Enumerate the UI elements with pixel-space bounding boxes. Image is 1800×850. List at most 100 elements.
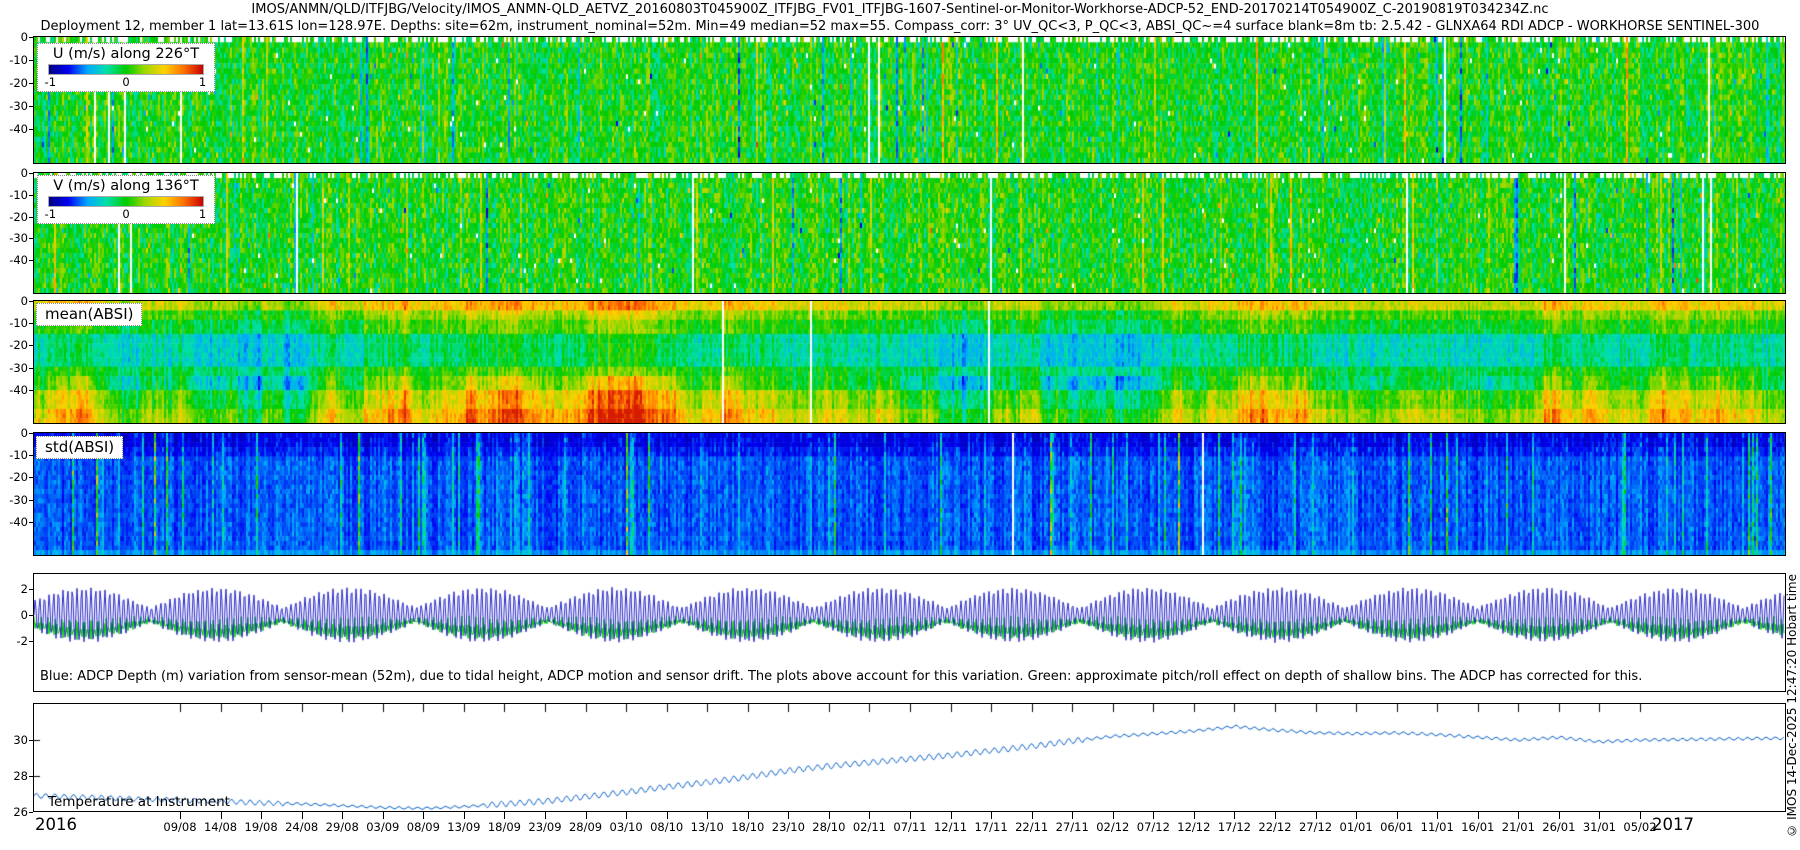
y-axis-tick-label: -30 (2, 361, 28, 375)
v-colorbar-ticks: -1 0 1 (48, 207, 204, 221)
y-axis-tick-mark (29, 390, 33, 391)
y-axis-tick-mark (29, 195, 33, 196)
panel-mean-absi: mean(ABSI) (33, 300, 1786, 424)
panel-temperature (33, 703, 1786, 812)
x-axis-tick-mark (180, 812, 181, 819)
x-axis-tick-label: 05/02 (1623, 820, 1656, 834)
u-legend: U (m/s) along 226°T -1 0 1 (37, 43, 215, 92)
x-axis-tick-label: 03/09 (366, 820, 399, 834)
v-legend-title: V (m/s) along 136°T (38, 177, 214, 196)
x-axis-tick-mark (991, 812, 992, 819)
x-axis-tick-mark (302, 812, 303, 819)
x-axis-tick-mark (1437, 812, 1438, 819)
y-axis-tick-mark (29, 776, 33, 777)
x-axis-tick-mark (667, 812, 668, 819)
mean-absi-label: mean(ABSI) (36, 303, 142, 326)
v-colorbar (48, 196, 204, 207)
y-axis-tick-label: -10 (2, 316, 28, 330)
x-axis-tick-label: 27/12 (1299, 820, 1332, 834)
x-axis-tick-mark (342, 812, 343, 819)
panel-std-absi: std(ABSI) (33, 432, 1786, 556)
x-axis-tick-label: 23/09 (528, 820, 561, 834)
y-axis-tick-label: -20 (2, 210, 28, 224)
mean-absi-heatmap (34, 301, 1785, 423)
x-axis-tick-label: 02/12 (1096, 820, 1129, 834)
y-axis-tick-label: -40 (2, 253, 28, 267)
x-axis-tick-mark (1559, 812, 1560, 819)
x-axis-tick-mark (1153, 812, 1154, 819)
y-axis-tick-label: 0 (2, 30, 28, 44)
x-axis-tick-label: 27/11 (1056, 820, 1089, 834)
x-axis-tick-mark (464, 812, 465, 819)
y-axis-tick-mark (29, 615, 33, 616)
y-axis-tick-label: -30 (2, 493, 28, 507)
x-axis-tick-mark (545, 812, 546, 819)
imos-watermark: © IMOS 14-Dec-2025 12:47:20 Hobart time (1785, 574, 1799, 838)
y-axis-tick-label: -10 (2, 448, 28, 462)
std-absi-label: std(ABSI) (36, 436, 123, 459)
x-axis-tick-mark (1599, 812, 1600, 819)
y-axis-tick-mark (29, 37, 33, 38)
y-axis-tick-mark (29, 477, 33, 478)
x-axis-tick-label: 01/01 (1340, 820, 1373, 834)
y-axis-tick-mark (29, 323, 33, 324)
colorbar-tick-label: 1 (199, 75, 206, 89)
y-axis-tick-label: -40 (2, 383, 28, 397)
x-axis-tick-mark (626, 812, 627, 819)
y-axis-tick-mark (29, 238, 33, 239)
x-axis-tick-label: 13/10 (691, 820, 724, 834)
y-axis-tick-mark (29, 173, 33, 174)
y-axis-tick-mark (29, 129, 33, 130)
y-axis-tick-mark (29, 500, 33, 501)
x-axis-year-end: 2017 (1652, 815, 1694, 834)
x-axis-year-start: 2016 (35, 815, 77, 834)
x-axis-tick-label: 11/01 (1421, 820, 1454, 834)
temperature-label: Temperature at Instrument (48, 794, 230, 810)
x-axis-tick-label: 09/08 (163, 820, 196, 834)
x-axis-tick-label: 21/01 (1502, 820, 1535, 834)
y-axis-tick-label: -40 (2, 122, 28, 136)
x-axis-tick-label: 12/12 (1177, 820, 1210, 834)
y-axis-tick-label: 28 (2, 769, 28, 783)
x-axis-tick-mark (1194, 812, 1195, 819)
x-axis-tick-mark (423, 812, 424, 819)
x-axis-tick-label: 08/09 (407, 820, 440, 834)
y-axis-tick-label: -30 (2, 99, 28, 113)
colorbar-tick-label: 0 (122, 75, 129, 89)
x-axis-tick-label: 13/09 (447, 820, 480, 834)
x-axis-tick-mark (829, 812, 830, 819)
u-colorbar (48, 64, 204, 75)
x-axis-tick-label: 06/01 (1380, 820, 1413, 834)
x-axis-tick-mark (1113, 812, 1114, 819)
x-axis-tick-label: 02/11 (853, 820, 886, 834)
y-axis-tick-mark (29, 83, 33, 84)
y-axis-tick-mark (29, 812, 33, 813)
x-axis-tick-label: 22/11 (1015, 820, 1048, 834)
colorbar-tick-label: 1 (199, 207, 206, 221)
x-axis-tick-mark (1072, 812, 1073, 819)
x-axis-tick-label: 14/08 (204, 820, 237, 834)
y-axis-tick-mark (29, 217, 33, 218)
plot-title: IMOS/ANMN/QLD/ITFJBG/Velocity/IMOS_ANMN-… (0, 2, 1800, 17)
x-axis-tick-mark (221, 812, 222, 819)
x-axis-tick-label: 28/10 (812, 820, 845, 834)
x-axis-tick-label: 07/12 (1137, 820, 1170, 834)
x-axis-tick-mark (788, 812, 789, 819)
x-axis-tick-label: 08/10 (650, 820, 683, 834)
x-axis-tick-label: 16/01 (1461, 820, 1494, 834)
x-axis-tick-label: 29/08 (326, 820, 359, 834)
x-axis-tick-mark (261, 812, 262, 819)
y-axis-tick-mark (29, 455, 33, 456)
y-axis-tick-label: 0 (2, 426, 28, 440)
x-axis-tick-mark (1518, 812, 1519, 819)
y-axis-tick-label: -40 (2, 515, 28, 529)
y-axis-tick-mark (29, 345, 33, 346)
y-axis-tick-label: -20 (2, 470, 28, 484)
x-axis-tick-label: 24/08 (285, 820, 318, 834)
y-axis-tick-label: -30 (2, 231, 28, 245)
x-axis-tick-mark (1275, 812, 1276, 819)
y-axis-tick-mark (29, 740, 33, 741)
u-colorbar-ticks: -1 0 1 (48, 75, 204, 89)
y-axis-tick-mark (29, 589, 33, 590)
y-axis-tick-mark (29, 368, 33, 369)
